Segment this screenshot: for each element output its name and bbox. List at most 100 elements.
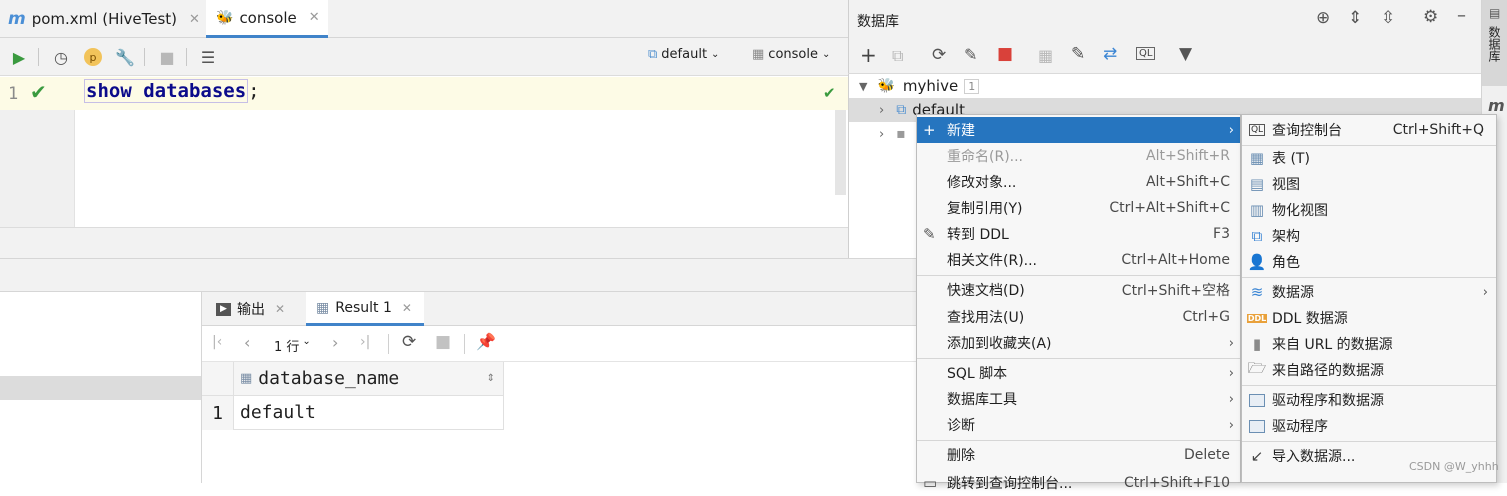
close-icon[interactable]: ✕ [309, 10, 320, 25]
row-number: 1 [202, 396, 234, 430]
menu-item-copy-reference[interactable]: 复制引用(Y) Ctrl+Alt+Shift+C [917, 195, 1240, 221]
copy-icon[interactable]: ⧉ [892, 46, 903, 66]
menu-item-find-usages[interactable]: 查找用法(U) Ctrl+G [917, 304, 1240, 330]
session-selector[interactable]: ▦ console ⌄ [752, 47, 830, 62]
selected-service-row[interactable] [0, 376, 201, 400]
inspection-ok-icon: ✔ [823, 84, 836, 102]
add-icon[interactable]: + [860, 43, 877, 67]
menu-item-goto-ddl[interactable]: ✎ 转到 DDL F3 [917, 221, 1240, 247]
pin-icon[interactable]: 📌 [476, 332, 496, 351]
database-tool-tab[interactable]: ▤ 数据库 [1482, 0, 1507, 86]
schema-sync-icon[interactable]: ✎ [964, 45, 977, 64]
chevron-right-icon: › [1228, 365, 1234, 381]
menu-item-modify[interactable]: 修改对象... Alt+Shift+C [917, 169, 1240, 195]
menu-item-rename[interactable]: 重命名(R)... Alt+Shift+R [917, 143, 1240, 169]
menu-item-new[interactable]: + 新建 › [917, 117, 1240, 143]
submenu-item-path-datasource[interactable]: 🗁 来自路径的数据源 [1242, 357, 1496, 383]
maven-tool-tab[interactable]: m [1488, 96, 1505, 115]
submenu-item-label: DDL 数据源 [1272, 311, 1348, 327]
layout-icon[interactable]: ☰ [197, 46, 219, 68]
run-icon[interactable]: ▶ [8, 46, 30, 68]
tab-result-1[interactable]: ▦ Result 1 ✕ [306, 292, 424, 326]
divider [144, 48, 145, 66]
filter-icon[interactable]: ▼ [1179, 44, 1192, 64]
tree-node-myhive[interactable]: ▼ 🐝 myhive 1 [849, 74, 1481, 98]
table-icon[interactable]: ▦ [1038, 46, 1053, 65]
menu-item-label: 跳转到查询控制台... [947, 476, 1073, 492]
submenu-item-query-console[interactable]: QL 查询控制台 Ctrl+Shift+Q [1242, 117, 1496, 143]
editor-scrollbar[interactable] [835, 110, 846, 195]
table-cell[interactable]: default [234, 396, 504, 430]
sql-keyword: show databases [84, 79, 249, 103]
column-header[interactable]: ▦ database_name ⇕ [234, 362, 504, 396]
pencil-icon: ✎ [923, 225, 936, 243]
submenu-item-url-datasource[interactable]: ▮ 来自 URL 的数据源 [1242, 331, 1496, 357]
submenu-item-schema[interactable]: ⧉ 架构 [1242, 223, 1496, 249]
tab-label: Result 1 [335, 299, 392, 316]
column-icon: ▦ [240, 371, 253, 386]
submenu-item-label: 驱动程序 [1272, 419, 1328, 435]
first-page-icon[interactable]: |‹ [212, 334, 222, 350]
code-line[interactable]: show databases; [84, 79, 260, 103]
refresh-icon[interactable]: ⟳ [932, 45, 946, 65]
menu-item-quick-doc[interactable]: 快速文档(D) Ctrl+Shift+空格 [917, 277, 1240, 303]
menu-item-diagnostics[interactable]: 诊断 › [917, 412, 1240, 438]
expand-all-icon[interactable]: ⇕ [1348, 8, 1362, 28]
edit-icon[interactable]: ✎ [1071, 44, 1085, 64]
history-icon[interactable]: ◷ [50, 46, 72, 68]
close-icon[interactable]: ✕ [402, 301, 412, 315]
chevron-down-icon: ⌄ [821, 49, 831, 60]
import-icon: ↙ [1250, 447, 1264, 465]
materialized-view-icon: ▥ [1249, 201, 1265, 219]
submenu-item-table[interactable]: ▦ 表 (T) [1242, 145, 1496, 171]
datasource-selector[interactable]: ⧉ default ⌄ [648, 47, 719, 62]
refresh-icon[interactable]: ⟳ [402, 332, 416, 352]
settings-wrench-icon[interactable]: 🔧 [114, 46, 136, 68]
ddl-icon: DDL [1246, 313, 1268, 323]
submenu-item-drivers-datasources[interactable]: 驱动程序和数据源 [1242, 387, 1496, 413]
previous-page-icon[interactable]: ‹ [244, 333, 250, 352]
locate-icon[interactable]: ⊕ [1316, 8, 1330, 28]
menu-item-add-favorites[interactable]: 添加到收藏夹(A) › [917, 330, 1240, 356]
submenu-item-drivers[interactable]: 驱动程序 [1242, 413, 1496, 439]
menu-item-related-files[interactable]: 相关文件(R)... Ctrl+Alt+Home [917, 247, 1240, 273]
submenu-item-datasource[interactable]: ≋ 数据源 › [1242, 279, 1496, 305]
tab-output[interactable]: ▶ 输出 ✕ [216, 292, 285, 326]
chevron-right-icon[interactable]: › [879, 103, 884, 118]
chevron-down-icon[interactable]: ▼ [859, 80, 867, 93]
divider [186, 48, 187, 66]
sort-icon[interactable]: ⇕ [487, 373, 495, 384]
submenu-item-ddl-datasource[interactable]: DDL DDL 数据源 [1242, 305, 1496, 331]
jump-icon[interactable]: ⇄ [1103, 44, 1117, 64]
close-icon[interactable]: ✕ [189, 12, 200, 27]
tab-console[interactable]: 🐝 console ✕ [206, 0, 328, 38]
menu-item-label: 删除 [947, 448, 975, 464]
tab-pom-xml[interactable]: m pom.xml (HiveTest) ✕ [8, 0, 204, 38]
menu-item-sql-scripts[interactable]: SQL 脚本 › [917, 360, 1240, 386]
gear-icon[interactable]: ⚙ [1423, 7, 1438, 27]
stop-icon[interactable]: ■ [435, 332, 451, 352]
submenu-item-label: 来自路径的数据源 [1272, 363, 1384, 379]
submenu-item-label: 来自 URL 的数据源 [1272, 337, 1393, 353]
next-page-icon[interactable]: › [332, 333, 338, 352]
submenu-item-view[interactable]: ▤ 视图 [1242, 171, 1496, 197]
close-icon[interactable]: ✕ [275, 302, 285, 316]
page-size-selector[interactable]: 1 行 ⌄ [274, 336, 311, 355]
minimize-icon[interactable]: – [1457, 5, 1466, 26]
menu-item-db-tools[interactable]: 数据库工具 › [917, 386, 1240, 412]
menu-item-jump-console[interactable]: ▭ 跳转到查询控制台... Ctrl+Shift+F10 [917, 470, 1240, 496]
submenu-item-role[interactable]: 👤 角色 [1242, 249, 1496, 275]
collapse-all-icon[interactable]: ⇳ [1381, 8, 1395, 28]
parameters-icon[interactable]: p [82, 46, 104, 68]
sql-terminator: ; [248, 80, 260, 102]
last-page-icon[interactable]: ›| [360, 334, 370, 350]
menu-item-delete[interactable]: 删除 Delete [917, 442, 1240, 468]
hive-bee-icon: 🐝 [216, 9, 234, 26]
stop-icon[interactable]: ■ [997, 44, 1013, 64]
chevron-right-icon[interactable]: › [879, 127, 884, 142]
stop-icon[interactable]: ■ [156, 46, 178, 68]
menu-item-shortcut: F3 [1213, 226, 1230, 242]
menu-item-label: 修改对象... [947, 175, 1017, 191]
query-console-icon[interactable]: QL [1136, 47, 1156, 60]
submenu-item-materialized-view[interactable]: ▥ 物化视图 [1242, 197, 1496, 223]
